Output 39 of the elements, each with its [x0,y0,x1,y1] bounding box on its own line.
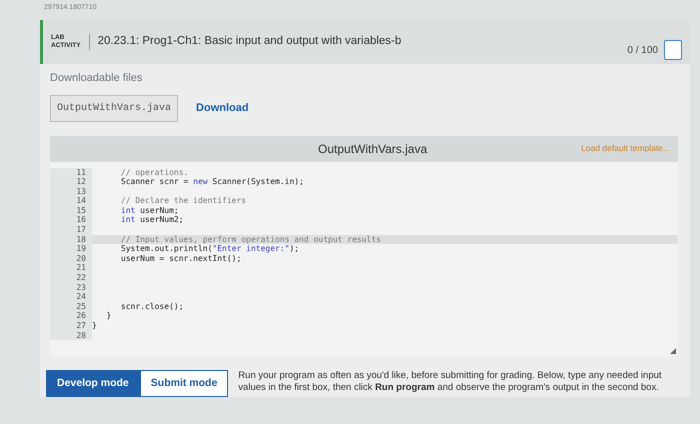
code-line: System.out.println("Enter integer:"); [120,244,300,254]
downloads-label: Downloadable files [50,71,144,86]
instructions-text: Run your program as often as you'd like, before submitting for grading. Below, type any needed input values in the first box, then click Run program and observe the program's output in the second box. [238,370,663,394]
code-line: Scanner scnr = new Scanner(System.in); [120,177,304,187]
line-number: 13 [50,186,92,196]
line-number: 27 [50,321,92,331]
line-number: 18 [50,234,92,244]
file-name: OutputWithVars.java [50,94,178,122]
download-link[interactable]: Download [196,100,249,116]
activity-title: 20.23.1: Prog1-Ch1: Basic input and output with variables-b [98,34,402,50]
code-line: } [92,321,97,331]
code-line: } [105,311,112,321]
code-line: int userNum2; [120,215,184,226]
line-number: 17 [50,225,92,235]
line-number: 15 [50,206,92,216]
code-line: userNum = scnr.nextInt(); [120,254,242,264]
code-line: // operations. [120,168,188,178]
line-number: 26 [50,311,92,321]
line-number: 25 [50,302,92,312]
code-line: int userNum; [120,206,179,216]
score-text: 0 / 100 [627,44,658,58]
line-number: 23 [50,282,92,292]
line-number: 20 [50,254,92,264]
resize-grip-icon[interactable] [670,348,676,354]
line-number: 11 [50,168,92,178]
line-number: 22 [50,273,92,283]
line-number: 14 [50,196,92,206]
code-line: // Input values, perform operations and output results [120,234,381,244]
line-number: 19 [50,244,92,254]
mode-button[interactable]: Submit mode [140,370,228,398]
line-number: 21 [50,263,92,274]
code-line: scnr.close(); [120,302,184,312]
line-number: 12 [50,177,92,187]
line-number: 28 [50,330,92,340]
line-number: 24 [50,292,92,302]
mode-button[interactable]: Develop mode [46,370,140,398]
line-number: 16 [50,215,92,226]
editor-filename: OutputWithVars.java [318,140,428,158]
code-line: // Declare the identifiers [120,196,246,206]
